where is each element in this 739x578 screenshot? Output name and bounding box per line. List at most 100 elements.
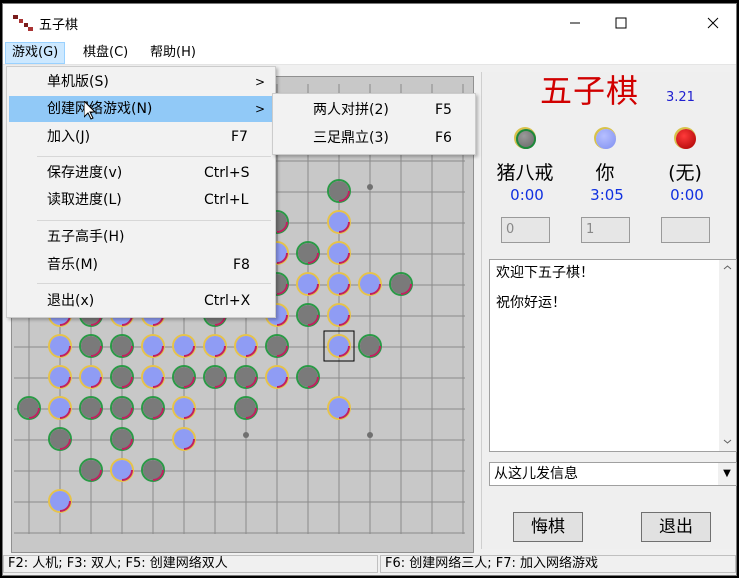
blue-stone xyxy=(358,272,382,296)
player1-stone-icon xyxy=(516,129,536,149)
scroll-arrows-icon xyxy=(723,265,732,444)
menu-item-label: 加入(J) xyxy=(47,129,91,145)
blue-stone xyxy=(79,365,103,389)
chat-message: 祝你好运！ xyxy=(496,295,566,311)
menu-item-shortcut: Ctrl+X xyxy=(204,293,251,309)
close-icon xyxy=(707,17,719,29)
gray-stone xyxy=(296,241,320,265)
send-message-input[interactable]: 从这儿发信息 ▼ xyxy=(489,462,737,486)
menu-bar: 游戏(G) 棋盘(C) 帮助(H) xyxy=(3,42,736,65)
menu-item-single[interactable]: 单机版(S) > xyxy=(9,69,273,95)
close-button[interactable] xyxy=(690,4,736,42)
minimize-button[interactable] xyxy=(552,4,598,42)
gray-stone xyxy=(327,179,351,203)
menu-item-label: 五子高手(H) xyxy=(47,229,125,245)
star-point xyxy=(243,432,249,438)
menu-item-create-network[interactable]: 创建网络游戏(N) > xyxy=(9,96,273,122)
player3-name: (无) xyxy=(668,162,702,184)
status-left: F2: 人机; F3: 双人; F5: 创建网络双人 xyxy=(3,555,378,573)
menu-item-label: 创建网络游戏(N) xyxy=(47,101,153,117)
menu-item-music[interactable]: 音乐(M) F8 xyxy=(9,252,273,278)
blue-stone xyxy=(141,334,165,358)
gray-stone xyxy=(110,396,134,420)
menu-item-label: 保存进度(v) xyxy=(47,165,123,181)
gray-stone xyxy=(296,303,320,327)
game-menu-dropdown: 单机版(S) > 创建网络游戏(N) > 加入(J) F7 保存进度(v) Ct… xyxy=(6,66,276,318)
menu-item-label: 两人对拼(2) xyxy=(313,102,389,118)
menu-item-save[interactable]: 保存进度(v) Ctrl+S xyxy=(9,160,273,186)
blue-stone xyxy=(172,334,196,358)
menu-help[interactable]: 帮助(H) xyxy=(144,42,202,64)
blue-stone xyxy=(327,241,351,265)
dropdown-arrow-icon[interactable]: ▼ xyxy=(718,463,736,485)
menu-item-label: 三足鼎立(3) xyxy=(313,130,389,146)
undo-button[interactable]: 悔棋 xyxy=(513,512,583,542)
blue-stone xyxy=(172,427,196,451)
chat-message: 欢迎下五子棋！ xyxy=(496,265,594,281)
player2-name: 你 xyxy=(595,162,615,184)
status-right: F6: 创建网络三人; F7: 加入网络游戏 xyxy=(380,555,736,573)
menu-item-shortcut: Ctrl+L xyxy=(204,192,249,208)
gray-stone xyxy=(358,334,382,358)
blue-stone xyxy=(110,458,134,482)
gray-stone xyxy=(296,365,320,389)
gray-stone xyxy=(203,365,227,389)
menu-item-label: 退出(x) xyxy=(47,293,95,309)
maximize-button[interactable] xyxy=(598,4,644,42)
menu-board[interactable]: 棋盘(C) xyxy=(77,42,134,64)
submenu-item-three-player[interactable]: 三足鼎立(3) F6 xyxy=(275,125,473,151)
star-point xyxy=(367,432,373,438)
chat-scrollbar[interactable] xyxy=(719,260,736,451)
menu-item-shortcut: F7 xyxy=(231,129,248,145)
player3-timer: 0:00 xyxy=(670,186,704,204)
blue-stone xyxy=(296,272,320,296)
player2-timer: 3:05 xyxy=(590,186,624,204)
submenu-item-two-player[interactable]: 两人对拼(2) F5 xyxy=(275,97,473,123)
player1-timer: 0:00 xyxy=(510,186,544,204)
chat-log[interactable]: 欢迎下五子棋！ 祝你好运！ xyxy=(489,259,737,452)
gray-stone xyxy=(141,458,165,482)
gray-stone xyxy=(79,396,103,420)
network-submenu: 两人对拼(2) F5 三足鼎立(3) F6 xyxy=(272,93,476,155)
menu-item-exit[interactable]: 退出(x) Ctrl+X xyxy=(9,288,273,314)
player2-score: 1 xyxy=(581,217,630,243)
blue-stone xyxy=(48,489,72,513)
gray-stone xyxy=(265,334,289,358)
menu-separator xyxy=(37,283,271,284)
gray-stone xyxy=(389,272,413,296)
gray-stone xyxy=(110,427,134,451)
blue-stone xyxy=(48,365,72,389)
blue-stone xyxy=(141,365,165,389)
gray-stone xyxy=(110,365,134,389)
menu-item-shortcut: F6 xyxy=(435,130,452,146)
menu-separator xyxy=(37,220,271,221)
blue-stone xyxy=(234,334,258,358)
title-bar: 五子棋 xyxy=(3,4,736,42)
gray-stone xyxy=(79,458,103,482)
menu-item-shortcut: F5 xyxy=(435,102,452,118)
minimize-icon xyxy=(570,22,580,24)
menu-item-master[interactable]: 五子高手(H) xyxy=(9,224,273,250)
gray-stone xyxy=(48,427,72,451)
player1-score: 0 xyxy=(501,217,550,243)
blue-stone xyxy=(48,334,72,358)
version-label: 3.21 xyxy=(666,90,695,105)
player3-stone-icon xyxy=(676,129,696,149)
window-title: 五子棋 xyxy=(39,18,79,33)
gray-stone xyxy=(17,396,41,420)
menu-game[interactable]: 游戏(G) xyxy=(5,42,66,64)
menu-item-load[interactable]: 读取进度(L) Ctrl+L xyxy=(9,187,273,213)
exit-button[interactable]: 退出 xyxy=(641,512,711,542)
blue-stone xyxy=(265,365,289,389)
gray-stone xyxy=(141,396,165,420)
gray-stone xyxy=(172,365,196,389)
send-message-placeholder: 从这儿发信息 xyxy=(494,466,578,482)
gray-stone xyxy=(234,365,258,389)
menu-item-shortcut: F8 xyxy=(233,257,250,273)
submenu-arrow-icon: > xyxy=(255,102,266,116)
menu-item-label: 单机版(S) xyxy=(47,74,109,90)
blue-stone xyxy=(48,396,72,420)
blue-stone xyxy=(327,303,351,327)
menu-item-join[interactable]: 加入(J) F7 xyxy=(9,124,273,150)
mouse-cursor-icon xyxy=(84,101,96,120)
